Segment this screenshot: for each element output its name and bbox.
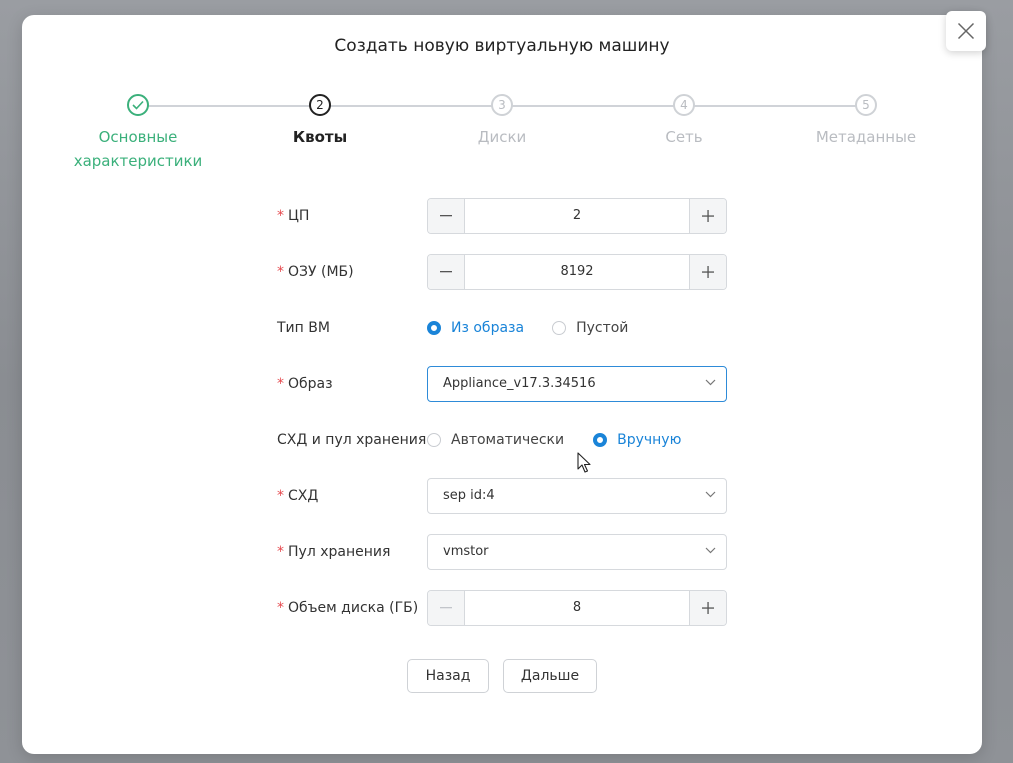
vm-type-label: Тип ВМ (277, 320, 330, 336)
cpu-input[interactable]: 2 (465, 199, 689, 233)
radio-checked-icon (593, 433, 608, 447)
chevron-down-icon (705, 547, 716, 554)
image-row: * Образ Appliance_v17.3.34516 (277, 366, 737, 402)
vm-type-radio-group: Из образа Пустой (427, 310, 628, 346)
chevron-down-icon (705, 491, 716, 498)
step-metadata[interactable]: 5 Метаданные (766, 93, 966, 149)
wizard-steps: Основные характеристики 2 Квоты 3 Диски … (22, 93, 982, 193)
image-select-value: Appliance_v17.3.34516 (443, 376, 596, 391)
cpu-label: * ЦП (277, 208, 310, 224)
image-label: * Образ (277, 376, 333, 392)
step-label-line1: Основные (98, 128, 178, 146)
step-number: 5 (855, 94, 877, 116)
storage-row: * СХД sep id:4 (277, 478, 737, 514)
create-vm-dialog: Создать новую виртуальную машину Основны… (22, 15, 982, 754)
back-button[interactable]: Назад (407, 659, 489, 693)
disk-row: * Объем диска (ГБ) 8 (277, 590, 737, 626)
ram-label: * ОЗУ (МБ) (277, 264, 354, 280)
check-icon (127, 94, 149, 116)
step-label: Диски (477, 128, 527, 146)
storage-select[interactable]: sep id:4 (427, 478, 727, 514)
step-quotas[interactable]: 2 Квоты (220, 93, 420, 149)
step-number: 4 (673, 94, 695, 116)
step-label: Сеть (665, 128, 703, 146)
mouse-cursor-icon (577, 452, 591, 473)
close-button[interactable] (946, 11, 986, 51)
radio-unchecked-icon (427, 433, 441, 447)
radio-from-image[interactable]: Из образа (427, 320, 524, 336)
ram-input[interactable]: 8192 (465, 255, 689, 289)
ram-row: * ОЗУ (МБ) 8192 (277, 254, 737, 290)
ram-stepper[interactable]: 8192 (427, 254, 727, 290)
decrement-button[interactable] (428, 591, 465, 625)
storage-mode-radio-group: Автоматически Вручную (427, 422, 681, 458)
radio-manual[interactable]: Вручную (593, 432, 681, 448)
storage-mode-label: СХД и пул хранения (277, 432, 427, 448)
pool-label: * Пул хранения (277, 544, 391, 560)
decrement-button[interactable] (428, 255, 465, 289)
pool-row: * Пул хранения vmstor (277, 534, 737, 570)
disk-input[interactable]: 8 (465, 591, 689, 625)
radio-unchecked-icon (552, 321, 567, 335)
storage-select-value: sep id:4 (443, 488, 495, 503)
step-number: 2 (309, 94, 331, 116)
step-basic[interactable]: Основные характеристики (38, 93, 238, 173)
close-icon (957, 22, 975, 40)
step-label: Квоты (292, 128, 348, 146)
pool-select-value: vmstor (443, 544, 489, 559)
radio-checked-icon (427, 321, 441, 335)
disk-label: * Объем диска (ГБ) (277, 600, 419, 616)
cpu-row: * ЦП 2 (277, 198, 737, 234)
step-disks[interactable]: 3 Диски (402, 93, 602, 149)
radio-empty[interactable]: Пустой (552, 320, 628, 336)
increment-button[interactable] (689, 199, 726, 233)
storage-label: * СХД (277, 488, 319, 504)
step-label: Метаданные (815, 128, 917, 146)
disk-stepper[interactable]: 8 (427, 590, 727, 626)
cpu-stepper[interactable]: 2 (427, 198, 727, 234)
step-label-line2: характеристики (73, 152, 203, 170)
decrement-button[interactable] (428, 199, 465, 233)
step-number: 3 (491, 94, 513, 116)
storage-mode-row: СХД и пул хранения Автоматически Вручную (277, 422, 737, 458)
image-select[interactable]: Appliance_v17.3.34516 (427, 366, 727, 402)
radio-automatic[interactable]: Автоматически (427, 432, 564, 448)
pool-select[interactable]: vmstor (427, 534, 727, 570)
dialog-title: Создать новую виртуальную машину (334, 36, 670, 56)
step-network[interactable]: 4 Сеть (584, 93, 784, 149)
next-button[interactable]: Дальше (503, 659, 597, 693)
chevron-down-icon (705, 379, 716, 386)
increment-button[interactable] (689, 591, 726, 625)
increment-button[interactable] (689, 255, 726, 289)
vm-type-row: Тип ВМ Из образа Пустой (277, 310, 737, 346)
